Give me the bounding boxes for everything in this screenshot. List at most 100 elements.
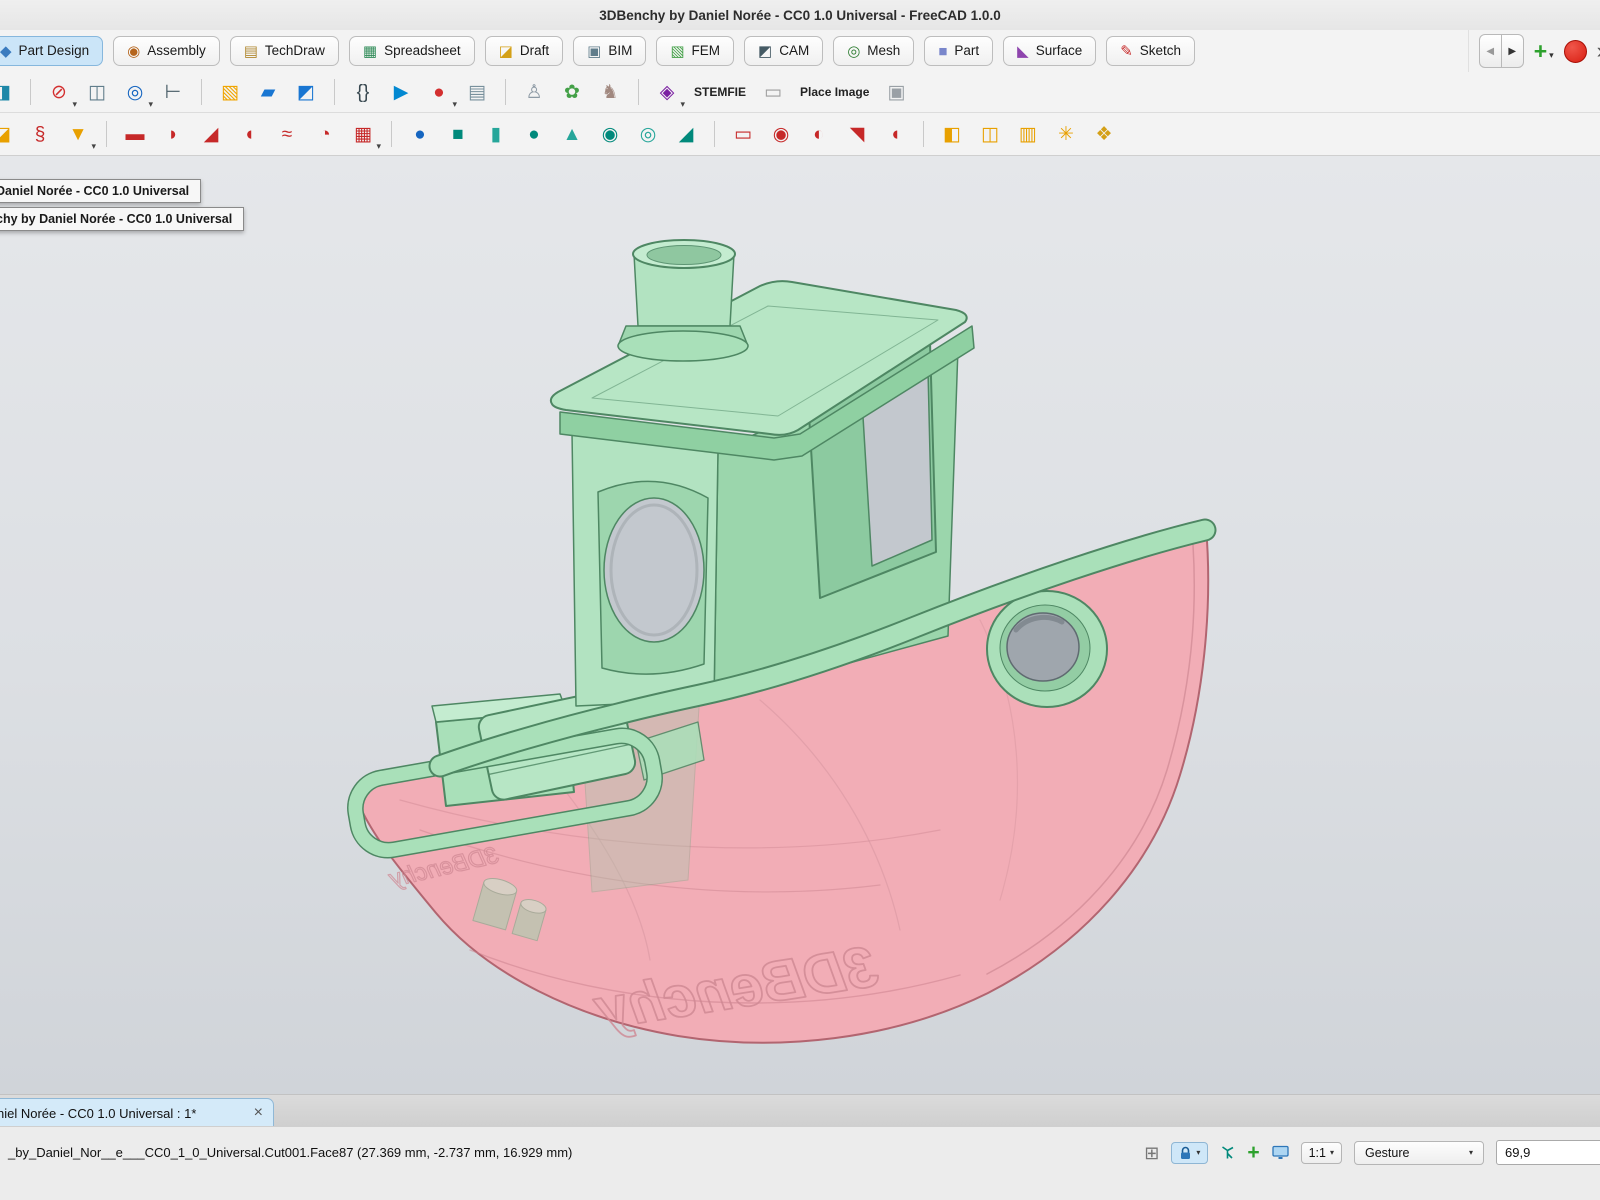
chevron-down-icon[interactable]: ▾ [72,99,77,110]
plus-icon: + [1534,41,1547,61]
dog-icon[interactable]: ♞ [595,77,625,107]
clipped-left-icon[interactable]: ◨ [0,77,17,107]
navigation-style-selector[interactable]: Gesture ▾ [1354,1141,1484,1165]
benchy-chimney[interactable] [618,240,748,361]
toolbar-separator [106,121,107,147]
chimney-base[interactable] [618,331,748,361]
spreadsheet-workbench-icon: ▦ [363,44,377,59]
expression-icon[interactable]: {} [348,77,378,107]
macro-record-icon-glyph: ● [433,83,444,102]
additive-loft-icon[interactable]: ◢ [196,119,226,149]
additive-box-icon[interactable]: ■ [443,119,473,149]
additive-pipe-icon[interactable]: ◖ [234,119,264,149]
thickness-icon[interactable]: ◔ [310,119,340,149]
benchy-model[interactable]: 3DBenchy 3DBenchy [342,240,1208,1043]
workbench-tab-label: Surface [1036,44,1083,58]
polar-pattern-icon[interactable]: ✳ [1051,119,1081,149]
clipped-left-icon[interactable]: ◪ [0,119,17,149]
workbench-tab-fem[interactable]: ▧FEM [656,36,734,66]
workbench-tab-surface[interactable]: ◣Surface [1003,36,1096,66]
workbench-tab-label: Assembly [147,44,206,58]
workbench-tab-bim[interactable]: ▣BIM [573,36,646,66]
chevron-down-icon[interactable]: ▾ [376,141,381,152]
chevron-down-icon: ▾ [1330,1148,1334,1157]
stemfie-plate-icon[interactable]: ▭ [758,77,788,107]
workbench-tab-sketcher[interactable]: ✎Sketch [1106,36,1195,66]
measure-icon[interactable]: ⊢ [158,77,188,107]
chevron-down-icon[interactable]: ▾ [680,99,685,110]
fastener-icon[interactable]: ▼▾ [63,119,93,149]
additive-cone-icon[interactable]: ▲ [557,119,587,149]
tab-scroll-left-button[interactable]: ◀ [1479,34,1502,68]
record-indicator[interactable] [1564,40,1587,63]
workbench-tab-part-design[interactable]: ◆Part Design [0,36,103,66]
linear-pattern-icon[interactable]: ▥ [1013,119,1043,149]
workbench-tab-part[interactable]: ■Part [924,36,993,66]
additive-wedge-icon[interactable]: ◢ [671,119,701,149]
additive-more-icon[interactable]: ▦▾ [348,119,378,149]
subtractive-pipe-icon[interactable]: ◖ [880,119,910,149]
additive-helix-icon[interactable]: ≈ [272,119,302,149]
sphere-icon[interactable]: ● [405,119,435,149]
open-folder-icon[interactable]: ▰ [253,77,283,107]
pad-icon[interactable]: ▬ [120,119,150,149]
revolution-icon[interactable]: ◗ [158,119,188,149]
workbench-tab-bar: ◆Part Design ◉Assembly ▤TechDraw ▦Spreadshe… [0,30,1600,73]
dimension-box[interactable]: 69,9 [1496,1140,1600,1165]
tab-scroll-right-button[interactable]: ▶ [1501,34,1524,68]
navigation-style-value: Gesture [1365,1146,1409,1160]
hole-icon[interactable]: ◉ [766,119,796,149]
workbench-tab-assembly[interactable]: ◉Assembly [113,36,220,66]
cabin-front-window-hole[interactable] [604,498,704,642]
boolean-icon[interactable]: ◧ [937,119,967,149]
close-icon[interactable]: × [246,1105,263,1121]
export-icon[interactable]: ◩ [291,77,321,107]
primitive-box-icon[interactable]: ▧ [215,77,245,107]
colored-shape-icon[interactable]: ✿ [557,77,587,107]
additive-cylinder-icon[interactable]: ▮ [481,119,511,149]
additive-ellipsoid-icon[interactable]: ◉ [595,119,625,149]
additive-sphere-icon[interactable]: ● [519,119,549,149]
chevron-down-icon[interactable]: ▾ [452,99,457,110]
zoom-selection-icon[interactable]: ◎▾ [120,77,150,107]
workbench-tab-label: Draft [520,44,549,58]
workbench-tab-spreadsheet[interactable]: ▦Spreadsheet [349,36,475,66]
porthole-hole[interactable] [1007,613,1079,681]
workbench-tab-techdraw[interactable]: ▤TechDraw [230,36,339,66]
subtractive-loft-icon[interactable]: ◥ [842,119,872,149]
workbench-tab-cam[interactable]: ◩CAM [744,36,823,66]
view-toolbar: ◨⊘▾◫◎▾⊢▧▰◩{}▶●▾▤♙✿♞◈▾STEMFIE▭Place Image… [0,72,1600,113]
paste-style-icon[interactable]: ▤ [462,77,492,107]
add-workbench-button[interactable]: + ▾ [1534,41,1554,61]
groove-icon[interactable]: ◐ [804,119,834,149]
3d-viewport[interactable]: 3DBenchy 3DBenchy [0,156,1600,1094]
image-plane-icon[interactable]: ▣ [881,77,911,107]
axonometric-view-icon[interactable]: ◫ [82,77,112,107]
additive-torus-icon[interactable]: ◎ [633,119,663,149]
additive-cylinder-icon-glyph: ▮ [491,125,501,144]
draw-style-icon[interactable]: ⊘▾ [44,77,74,107]
pointer-arrow-icon[interactable]: ▶ [386,77,416,107]
screen-button[interactable] [1272,1145,1289,1160]
chevron-down-icon[interactable]: ▾ [148,99,153,110]
workbench-tab-mesh[interactable]: ◎Mesh [833,36,914,66]
add-button[interactable]: + [1247,1142,1259,1163]
thread-icon[interactable]: § [25,119,55,149]
kite-icon[interactable]: ◈▾ [652,77,682,107]
3d-scene[interactable]: 3DBenchy 3DBenchy [0,156,1600,1094]
manikin-icon[interactable]: ♙ [519,77,549,107]
grid-icon[interactable]: ⊞ [1144,1144,1159,1162]
multitransform-icon[interactable]: ❖ [1089,119,1119,149]
macro-record-icon[interactable]: ●▾ [424,77,454,107]
document-tab[interactable]: niel Norée - CC0 1.0 Universal : 1* × [0,1098,274,1127]
benchy-cabin[interactable] [551,281,974,706]
thread-icon-glyph: § [35,125,46,144]
scale-selector[interactable]: 1:1 ▾ [1301,1142,1342,1164]
benchy-porthole[interactable] [987,591,1107,707]
pocket-icon[interactable]: ▭ [728,119,758,149]
chevron-down-icon[interactable]: ▾ [91,141,96,152]
mirrored-icon[interactable]: ◫ [975,119,1005,149]
lock-toggle-button[interactable]: ▾ [1171,1142,1208,1164]
workbench-tab-draft[interactable]: ◪Draft [485,36,563,66]
axes-cross-button[interactable] [1220,1145,1235,1160]
